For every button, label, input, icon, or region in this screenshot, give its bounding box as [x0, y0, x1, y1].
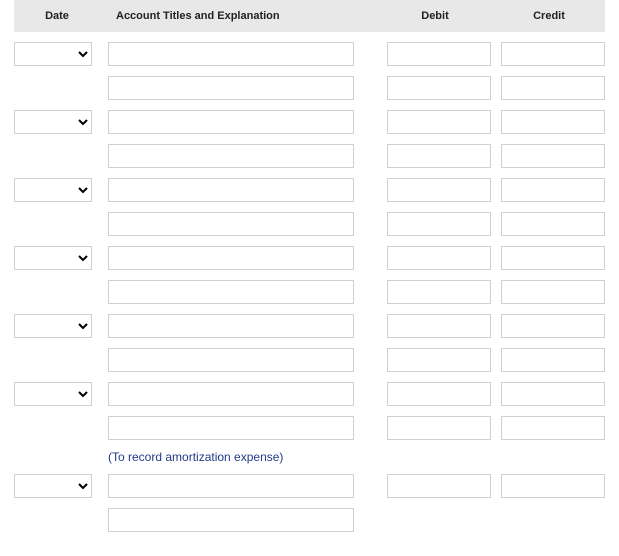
journal-entry-form: Date Account Titles and Explanation Debi… [0, 0, 619, 556]
journal-entry [14, 474, 605, 532]
journal-entry [14, 314, 605, 372]
account-title-input[interactable] [108, 42, 354, 66]
entry-line [14, 314, 605, 338]
entry-line [14, 212, 605, 236]
debit-input[interactable] [387, 416, 491, 440]
debit-input[interactable] [387, 474, 491, 498]
account-title-input[interactable] [108, 246, 354, 270]
date-select[interactable] [14, 314, 92, 338]
debit-input[interactable] [387, 382, 491, 406]
debit-input[interactable] [387, 212, 491, 236]
credit-input[interactable] [501, 416, 605, 440]
entry-line [14, 382, 605, 406]
entry-explanation: (To record amortization expense) [14, 450, 605, 464]
account-title-input[interactable] [108, 508, 354, 532]
credit-input[interactable] [501, 42, 605, 66]
debit-input[interactable] [387, 110, 491, 134]
debit-input[interactable] [387, 144, 491, 168]
account-title-input[interactable] [108, 382, 354, 406]
date-select[interactable] [14, 42, 92, 66]
journal-entry [14, 42, 605, 100]
credit-input[interactable] [501, 280, 605, 304]
account-title-input[interactable] [108, 144, 354, 168]
header-account: Account Titles and Explanation [112, 10, 362, 22]
date-select[interactable] [14, 382, 92, 406]
journal-entry [14, 178, 605, 236]
debit-input[interactable] [387, 246, 491, 270]
account-title-input[interactable] [108, 314, 354, 338]
credit-input[interactable] [501, 348, 605, 372]
credit-input[interactable] [501, 246, 605, 270]
date-select[interactable] [14, 110, 92, 134]
credit-input[interactable] [501, 144, 605, 168]
account-title-input[interactable] [108, 348, 354, 372]
journal-entry: (To record amortization expense) [14, 382, 605, 464]
account-title-input[interactable] [108, 212, 354, 236]
journal-entry [14, 110, 605, 168]
credit-input[interactable] [501, 382, 605, 406]
credit-input[interactable] [501, 212, 605, 236]
journal-entry [14, 246, 605, 304]
account-title-input[interactable] [108, 416, 354, 440]
account-title-input[interactable] [108, 76, 354, 100]
date-select[interactable] [14, 246, 92, 270]
credit-input[interactable] [501, 314, 605, 338]
entry-line [14, 508, 605, 532]
account-title-input[interactable] [108, 474, 354, 498]
entry-line [14, 474, 605, 498]
entry-line [14, 416, 605, 440]
debit-input[interactable] [387, 178, 491, 202]
header-credit: Credit [497, 10, 601, 22]
account-title-input[interactable] [108, 280, 354, 304]
header-date: Date [18, 10, 96, 22]
entry-line [14, 178, 605, 202]
table-header: Date Account Titles and Explanation Debi… [14, 0, 605, 32]
credit-input[interactable] [501, 474, 605, 498]
credit-input[interactable] [501, 178, 605, 202]
entry-line [14, 348, 605, 372]
entry-line [14, 42, 605, 66]
entry-line [14, 144, 605, 168]
credit-input[interactable] [501, 110, 605, 134]
debit-input[interactable] [387, 280, 491, 304]
credit-input[interactable] [501, 76, 605, 100]
date-select[interactable] [14, 178, 92, 202]
entry-line [14, 246, 605, 270]
entry-line [14, 110, 605, 134]
entry-line [14, 76, 605, 100]
entry-line [14, 280, 605, 304]
debit-input[interactable] [387, 76, 491, 100]
debit-input[interactable] [387, 348, 491, 372]
account-title-input[interactable] [108, 110, 354, 134]
date-select[interactable] [14, 474, 92, 498]
debit-input[interactable] [387, 314, 491, 338]
debit-input[interactable] [387, 42, 491, 66]
account-title-input[interactable] [108, 178, 354, 202]
header-debit: Debit [383, 10, 487, 22]
